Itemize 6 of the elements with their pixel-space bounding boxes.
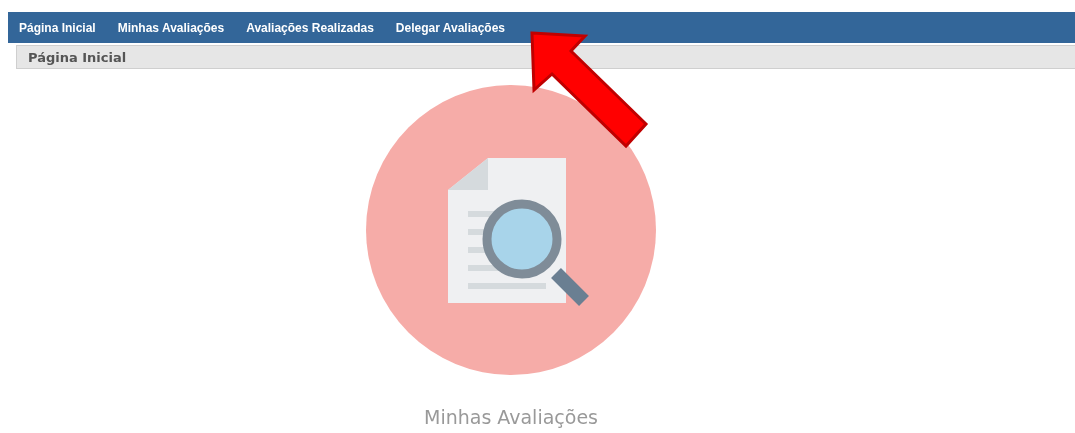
breadcrumb-title: Página Inicial: [28, 49, 127, 65]
menu-item[interactable]: Minhas Avaliações: [106, 20, 236, 35]
document-search-icon[interactable]: [366, 85, 656, 375]
menu-item[interactable]: Página Inicial: [8, 20, 107, 35]
menu-item[interactable]: Delegar Avaliações: [384, 20, 516, 35]
menu-item[interactable]: Avaliações Realizadas: [235, 20, 385, 35]
